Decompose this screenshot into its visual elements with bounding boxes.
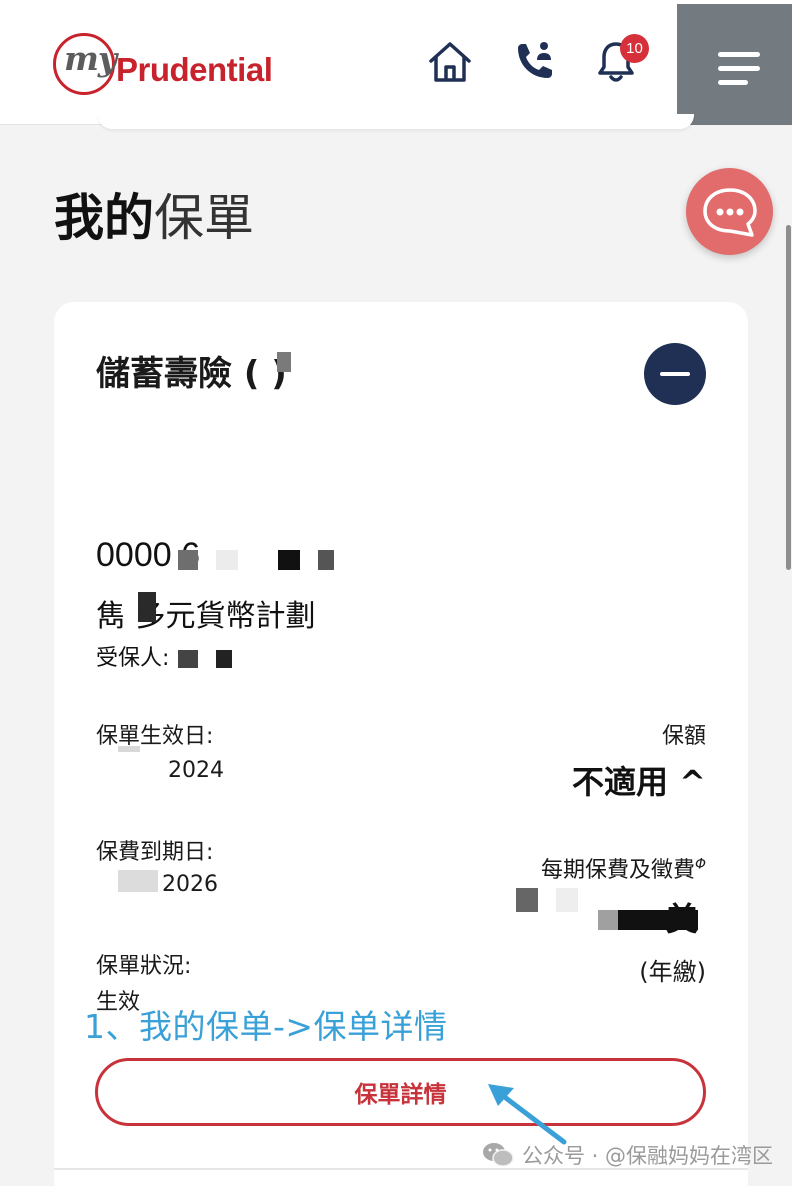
home-icon[interactable] — [426, 38, 474, 86]
redaction-mosaic — [216, 650, 232, 668]
redaction-mosaic — [138, 592, 156, 622]
menu-icon — [718, 52, 760, 57]
redaction-mosaic — [118, 870, 158, 892]
collapse-button[interactable] — [644, 343, 706, 405]
watermark-text: 公众号 · @保融妈妈在湾区 — [522, 1144, 774, 1168]
policy-status-label: 保單狀況: — [96, 954, 192, 979]
logo-prefix: my — [64, 39, 117, 78]
chat-bubble-icon — [703, 188, 757, 237]
redaction-mosaic — [618, 910, 698, 930]
page-title: 我的保單 — [54, 186, 254, 250]
premium-label-text: 每期保費及徵費 — [540, 858, 695, 883]
redaction-mosaic — [556, 888, 578, 912]
prudential-logo[interactable]: my Prudential — [50, 33, 300, 99]
chat-button[interactable] — [686, 168, 773, 255]
redaction-mosaic — [598, 910, 618, 930]
policy-category: 儲蓄壽險 ( ) — [96, 354, 287, 394]
premium-footnote-mark: Φ — [694, 856, 706, 873]
redaction-mosaic — [278, 550, 300, 570]
page-title-bold: 我的 — [54, 189, 154, 247]
redaction-mosaic — [216, 550, 238, 570]
policy-card: 儲蓄壽險 ( ) 0000 6 雋 多元貨幣計劃 受保人: 保單生效日: 202… — [54, 302, 748, 1186]
scrollbar[interactable] — [786, 225, 791, 570]
notification-badge: 10 — [620, 34, 649, 63]
watermark: 公众号 · @保融妈妈在湾区 — [482, 1138, 773, 1172]
policy-details-button[interactable]: 保單詳情 — [95, 1058, 706, 1126]
redaction-mosaic — [318, 550, 334, 570]
sum-insured-value: 不適用 ^ — [572, 763, 706, 801]
insured-label: 受保人: — [96, 646, 170, 671]
minus-icon — [660, 372, 690, 376]
plan-name: 雋 多元貨幣計劃 — [96, 599, 316, 634]
redaction-mosaic — [178, 650, 198, 668]
redaction-mosaic — [178, 550, 198, 570]
effective-date-label: 保單生效日: — [96, 724, 214, 749]
logo-brand-name: Prudential — [116, 51, 273, 88]
menu-button[interactable] — [677, 4, 792, 125]
premium-due-label: 保費到期日: — [96, 840, 214, 865]
redaction-mosaic — [516, 888, 538, 912]
redaction-mosaic — [118, 746, 140, 752]
app-header: my Prudential 10 — [0, 0, 792, 125]
premium-frequency: (年繳) — [639, 958, 706, 986]
menu-icon-line — [718, 66, 760, 71]
redaction-mosaic — [277, 352, 291, 372]
effective-date-value: 2024 — [168, 758, 224, 783]
tutorial-annotation: 1、我的保单->保单详情 — [84, 1007, 448, 1046]
premium-label: 每期保費及徵費Φ — [541, 852, 706, 884]
menu-icon-line — [718, 80, 748, 85]
wechat-icon — [483, 1143, 514, 1167]
premium-due-value: 2026 — [162, 872, 218, 897]
previous-card-edge — [98, 114, 694, 129]
sum-insured-label: 保額 — [661, 724, 706, 749]
page-title-light: 保單 — [154, 189, 254, 247]
phone-call-icon[interactable] — [510, 38, 558, 86]
